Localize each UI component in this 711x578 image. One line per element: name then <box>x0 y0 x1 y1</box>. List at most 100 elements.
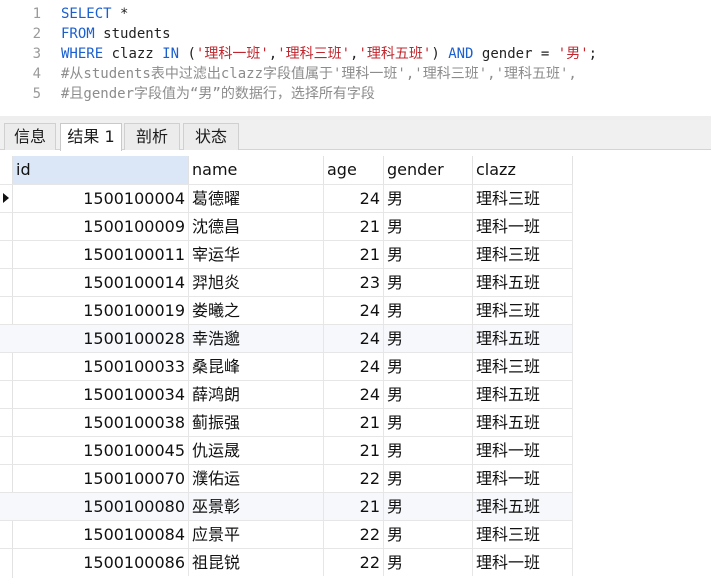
cell-age[interactable]: 24 <box>324 325 384 352</box>
cell-name[interactable]: 宰运华 <box>189 241 324 268</box>
cell-age[interactable]: 23 <box>324 269 384 296</box>
cell-id[interactable]: 1500100033 <box>13 353 189 380</box>
table-row[interactable]: 1500100011 宰运华 21 男理科三班 <box>0 240 573 268</box>
column-header-name[interactable]: name <box>189 156 324 184</box>
cell-id[interactable]: 1500100045 <box>13 437 189 464</box>
cell-id[interactable]: 1500100009 <box>13 213 189 240</box>
table-row[interactable]: 1500100070 濮佑运 22 男理科一班 <box>0 464 573 492</box>
cell-clazz[interactable]: 理科五班 <box>473 381 573 408</box>
cell-name[interactable]: 仇运晟 <box>189 437 324 464</box>
cell-id[interactable]: 1500100019 <box>13 297 189 324</box>
table-row[interactable]: 1500100084 应景平 22 男理科三班 <box>0 520 573 548</box>
code-line[interactable]: 3 WHERE clazz IN ('理科一班','理科三班','理科五班') A… <box>0 44 711 64</box>
cell-name[interactable]: 沈德昌 <box>189 213 324 240</box>
cell-name[interactable]: 濮佑运 <box>189 465 324 492</box>
cell-age[interactable]: 21 <box>324 213 384 240</box>
cell-clazz[interactable]: 理科五班 <box>473 269 573 296</box>
cell-clazz[interactable]: 理科三班 <box>473 353 573 380</box>
cell-name[interactable]: 羿旭炎 <box>189 269 324 296</box>
cell-gender[interactable]: 男 <box>384 269 473 296</box>
cell-clazz[interactable]: 理科一班 <box>473 465 573 492</box>
cell-name[interactable]: 桑昆峰 <box>189 353 324 380</box>
cell-gender[interactable]: 男 <box>384 465 473 492</box>
table-row[interactable]: 1500100086 祖昆锐 22 男理科一班 <box>0 548 573 576</box>
cell-age[interactable]: 22 <box>324 549 384 576</box>
cell-clazz[interactable]: 理科五班 <box>473 493 573 520</box>
cell-clazz[interactable]: 理科五班 <box>473 325 573 352</box>
cell-age[interactable]: 21 <box>324 437 384 464</box>
cell-age[interactable]: 24 <box>324 353 384 380</box>
cell-clazz[interactable]: 理科三班 <box>473 185 573 212</box>
table-row[interactable]: 1500100019 娄曦之 24 男理科三班 <box>0 296 573 324</box>
cell-gender[interactable]: 男 <box>384 521 473 548</box>
cell-clazz[interactable]: 理科三班 <box>473 297 573 324</box>
column-header-gender[interactable]: gender <box>384 156 473 184</box>
cell-id[interactable]: 1500100034 <box>13 381 189 408</box>
cell-gender[interactable]: 男 <box>384 493 473 520</box>
cell-gender[interactable]: 男 <box>384 353 473 380</box>
table-row[interactable]: 1500100014 羿旭炎 23 男理科五班 <box>0 268 573 296</box>
cell-gender[interactable]: 男 <box>384 185 473 212</box>
cell-clazz[interactable]: 理科三班 <box>473 241 573 268</box>
code-line[interactable]: 4 #从students表中过滤出clazz字段值属于'理科一班','理科三班',… <box>0 64 711 84</box>
cell-name[interactable]: 薛鸿朗 <box>189 381 324 408</box>
cell-gender[interactable]: 男 <box>384 409 473 436</box>
cell-age[interactable]: 24 <box>324 185 384 212</box>
cell-gender[interactable]: 男 <box>384 213 473 240</box>
tab-info[interactable]: 信息 <box>4 123 56 150</box>
cell-name[interactable]: 幸浩邈 <box>189 325 324 352</box>
column-header-clazz[interactable]: clazz <box>473 156 573 184</box>
cell-id[interactable]: 1500100070 <box>13 465 189 492</box>
cell-id[interactable]: 1500100011 <box>13 241 189 268</box>
tab-result-1[interactable]: 结果 1 <box>60 123 122 151</box>
tab-profile[interactable]: 剖析 <box>124 123 180 150</box>
column-header-age[interactable]: age <box>324 156 384 184</box>
cell-name[interactable]: 葛德曜 <box>189 185 324 212</box>
cell-clazz[interactable]: 理科五班 <box>473 409 573 436</box>
code-line[interactable]: 2 FROM students <box>0 24 711 44</box>
tab-status[interactable]: 状态 <box>183 123 239 150</box>
table-row[interactable]: 1500100033 桑昆峰 24 男理科三班 <box>0 352 573 380</box>
cell-age[interactable]: 21 <box>324 409 384 436</box>
cell-id[interactable]: 1500100084 <box>13 521 189 548</box>
cell-id[interactable]: 1500100028 <box>13 325 189 352</box>
cell-id[interactable]: 1500100086 <box>13 549 189 576</box>
table-row[interactable]: 1500100038 蓟振强 21 男理科五班 <box>0 408 573 436</box>
code-line[interactable]: 1 SELECT * <box>0 4 711 24</box>
cell-age[interactable]: 21 <box>324 241 384 268</box>
cell-age[interactable]: 22 <box>324 521 384 548</box>
cell-gender[interactable]: 男 <box>384 297 473 324</box>
cell-clazz[interactable]: 理科三班 <box>473 521 573 548</box>
cell-age[interactable]: 21 <box>324 493 384 520</box>
cell-clazz[interactable]: 理科一班 <box>473 437 573 464</box>
cell-gender[interactable]: 男 <box>384 381 473 408</box>
cell-gender[interactable]: 男 <box>384 241 473 268</box>
cell-gender[interactable]: 男 <box>384 437 473 464</box>
table-row[interactable]: 1500100028 幸浩邈 24 男理科五班 <box>0 324 573 352</box>
cell-id[interactable]: 1500100038 <box>13 409 189 436</box>
cell-name[interactable]: 娄曦之 <box>189 297 324 324</box>
cell-id[interactable]: 1500100014 <box>13 269 189 296</box>
cell-name[interactable]: 应景平 <box>189 521 324 548</box>
line-number: 4 <box>32 66 41 82</box>
cell-gender[interactable]: 男 <box>384 325 473 352</box>
sql-editor[interactable]: 1 SELECT * 2 FROM students 3 WHERE clazz IN (… <box>0 0 711 116</box>
cell-id[interactable]: 1500100080 <box>13 493 189 520</box>
code-line[interactable]: 5 #且gender字段值为“男”的数据行，选择所有字段 <box>0 84 711 104</box>
cell-name[interactable]: 祖昆锐 <box>189 549 324 576</box>
cell-name[interactable]: 蓟振强 <box>189 409 324 436</box>
table-row[interactable]: 1500100004 葛德曜 24 男理科三班 <box>0 184 573 212</box>
cell-age[interactable]: 24 <box>324 297 384 324</box>
cell-age[interactable]: 24 <box>324 381 384 408</box>
table-row[interactable]: 1500100080 巫景彰 21 男理科五班 <box>0 492 573 520</box>
cell-clazz[interactable]: 理科一班 <box>473 549 573 576</box>
cell-gender[interactable]: 男 <box>384 549 473 576</box>
cell-name[interactable]: 巫景彰 <box>189 493 324 520</box>
cell-clazz[interactable]: 理科一班 <box>473 213 573 240</box>
table-row[interactable]: 1500100034 薛鸿朗 24 男理科五班 <box>0 380 573 408</box>
table-row[interactable]: 1500100045 仇运晟 21 男理科一班 <box>0 436 573 464</box>
cell-id[interactable]: 1500100004 <box>13 185 189 212</box>
table-row[interactable]: 1500100009 沈德昌 21 男理科一班 <box>0 212 573 240</box>
column-header-id[interactable]: id <box>13 156 189 184</box>
cell-age[interactable]: 22 <box>324 465 384 492</box>
